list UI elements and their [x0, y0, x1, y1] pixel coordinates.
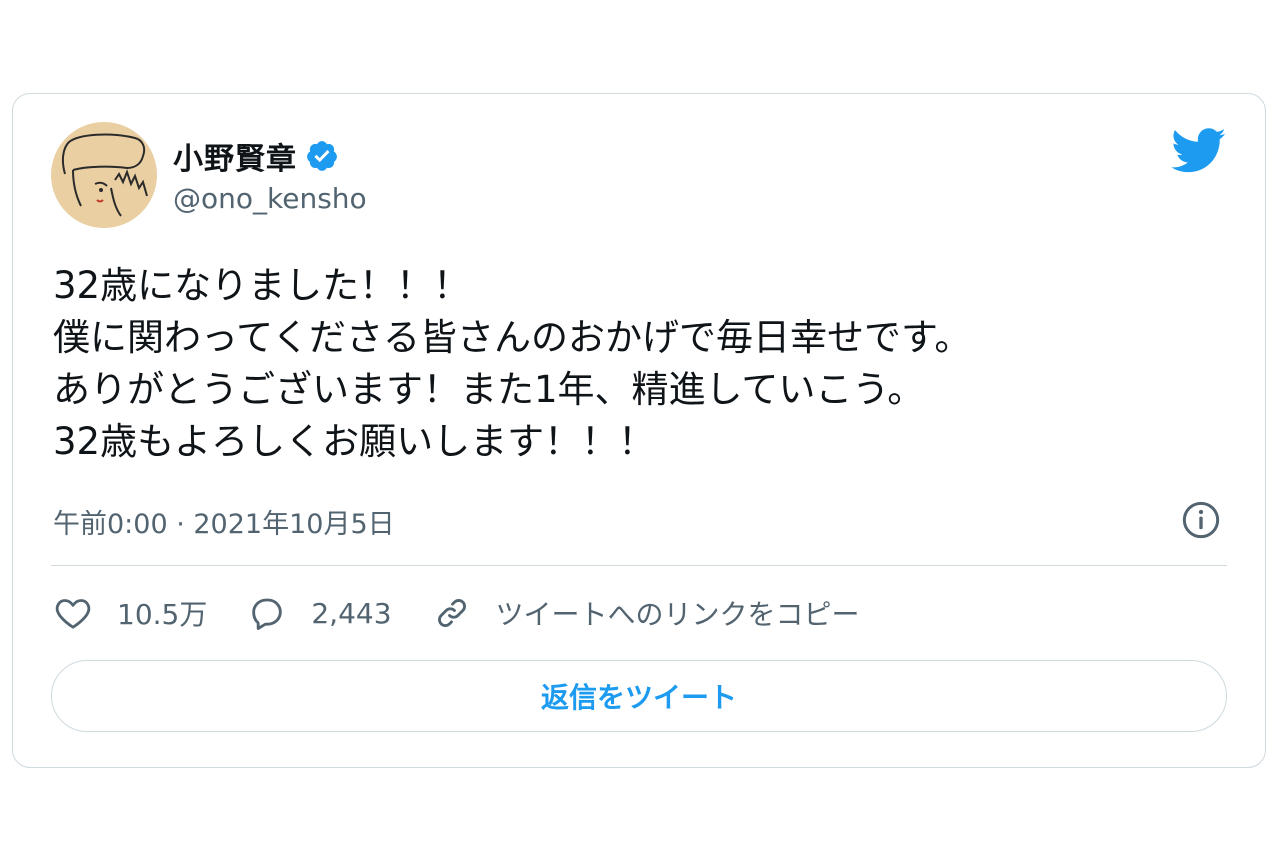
- tweet-line: 僕に関わってくださる皆さんのおかげで毎日幸せです。: [53, 316, 972, 359]
- copy-link-action[interactable]: ツイートへのリンクをコピー: [432, 593, 860, 633]
- tweet-line: 32歳もよろしくお願いします！！！: [53, 420, 656, 463]
- tweet-text: 32歳になりました！！！ 僕に関わってくださる皆さんのおかげで毎日幸せです。 あ…: [53, 260, 1233, 468]
- link-icon: [437, 599, 466, 627]
- reply-action[interactable]: 2,443: [247, 593, 392, 633]
- speech-bubble-icon: [252, 598, 283, 630]
- verified-badge-icon: [307, 141, 337, 171]
- heart-icon: [55, 599, 91, 629]
- reply-count: 2,443: [311, 596, 392, 630]
- tweet-actions: 10.5万 2,443 ツイートへのリンクをコピー: [53, 590, 900, 636]
- avatar[interactable]: [51, 122, 157, 228]
- tweet-line: ありがとうございます！また1年、精進していこう。: [53, 368, 925, 411]
- like-action[interactable]: 10.5万: [53, 593, 207, 633]
- tweet-timestamp[interactable]: 午前0:00 · 2021年10月5日: [53, 502, 395, 541]
- info-icon[interactable]: [1181, 500, 1221, 540]
- divider: [51, 565, 1227, 566]
- tweet-line: 32歳になりました！！！: [53, 264, 471, 307]
- copy-link-label: ツイートへのリンクをコピー: [495, 598, 860, 631]
- author-name-row: 小野賢章: [173, 134, 339, 178]
- author-display-name[interactable]: 小野賢章: [173, 134, 297, 178]
- reply-tweet-button[interactable]: 返信をツイート: [51, 660, 1227, 732]
- tweet-card: 小野賢章 @ono_kensho 32歳になりました！！！ 僕に関わってくださる…: [12, 93, 1266, 768]
- twitter-bird-icon[interactable]: [1171, 128, 1227, 174]
- like-count: 10.5万: [117, 598, 208, 631]
- avatar-drawing: [61, 133, 148, 217]
- author-handle[interactable]: @ono_kensho: [173, 182, 367, 215]
